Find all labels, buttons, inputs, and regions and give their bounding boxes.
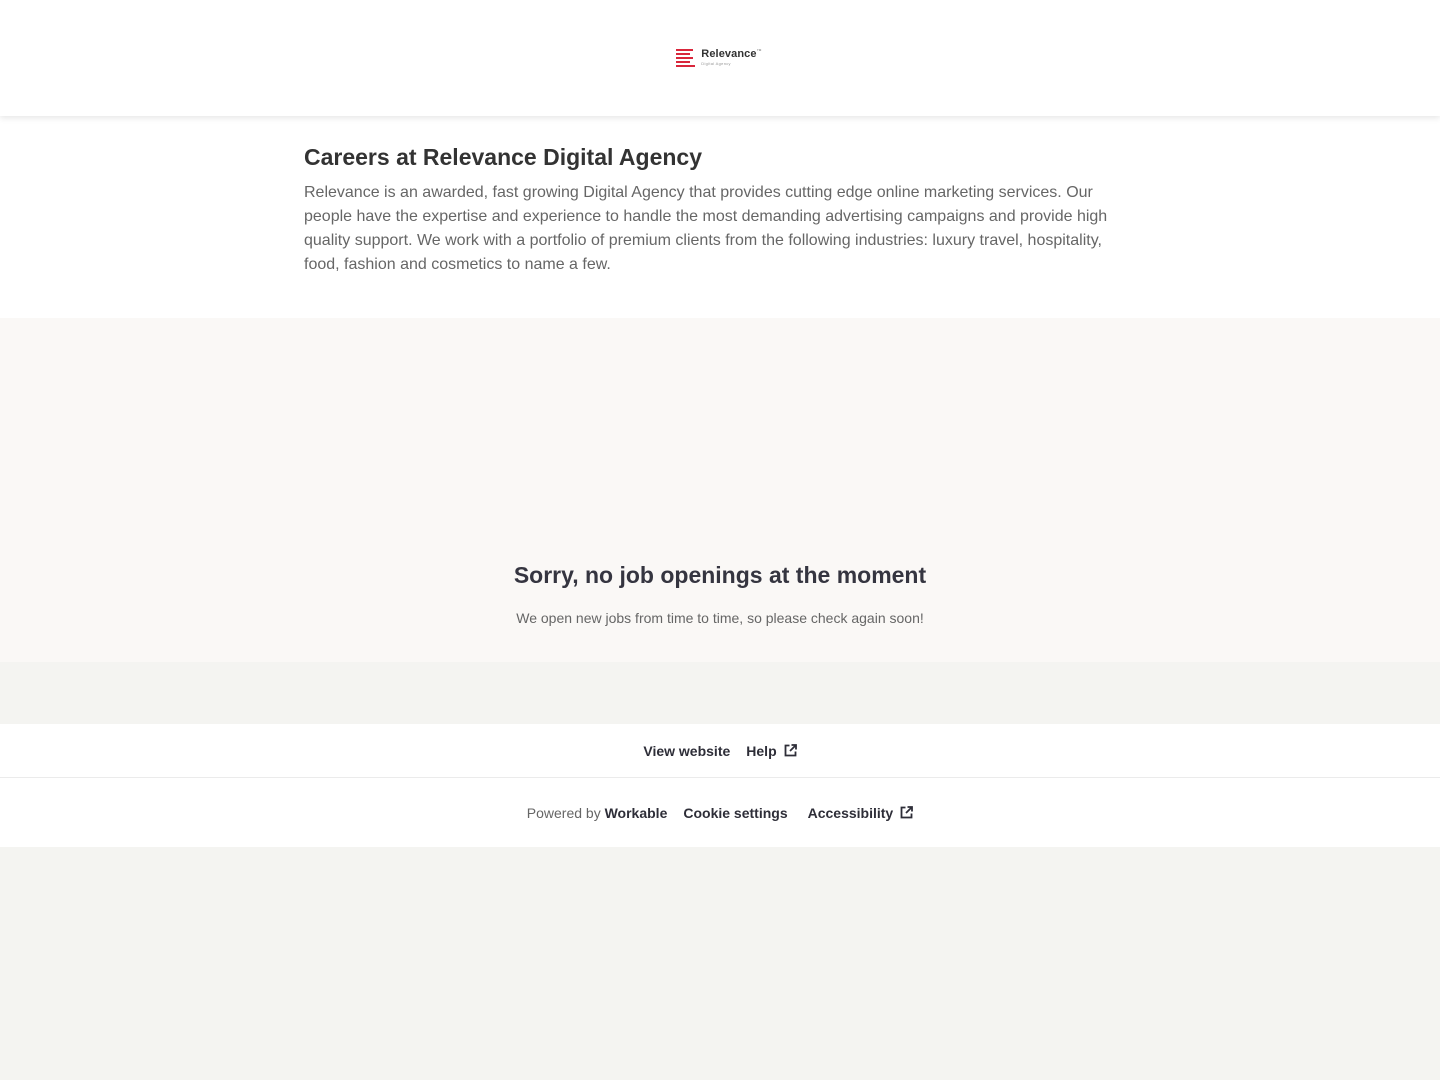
company-intro: Careers at Relevance Digital Agency Rele… bbox=[0, 116, 1440, 318]
page-footer: Powered by Workable Cookie settings Acce… bbox=[0, 778, 1440, 847]
company-logo[interactable]: Relevance™ Digital Agency bbox=[676, 47, 762, 68]
jobs-section: Sorry, no job openings at the moment We … bbox=[0, 318, 1440, 662]
footer-links: View website Help bbox=[0, 724, 1440, 778]
external-link-icon bbox=[784, 744, 797, 757]
accessibility-label: Accessibility bbox=[807, 804, 894, 821]
help-link[interactable]: Help bbox=[746, 742, 797, 759]
logo-wordmark: Relevance™ Digital Agency bbox=[701, 47, 762, 66]
workable-link[interactable]: Workable bbox=[605, 805, 668, 821]
view-website-link[interactable]: View website bbox=[643, 743, 730, 759]
cookie-settings-label: Cookie settings bbox=[683, 804, 788, 821]
cookie-settings-button[interactable]: Cookie settings bbox=[683, 805, 787, 821]
relevance-logo-mark-icon bbox=[676, 49, 696, 67]
powered-by: Powered by Workable bbox=[527, 805, 668, 821]
logo-name: Relevance™ bbox=[701, 47, 762, 60]
accessibility-link[interactable]: Accessibility bbox=[808, 805, 914, 821]
page-title: Careers at Relevance Digital Agency bbox=[304, 144, 702, 170]
no-openings-message: We open new jobs from time to time, so p… bbox=[516, 610, 924, 626]
external-link-icon bbox=[900, 806, 914, 819]
powered-by-label: Powered by bbox=[526, 804, 601, 821]
view-website-label: View website bbox=[643, 742, 731, 759]
page-header: Relevance™ Digital Agency bbox=[0, 0, 1440, 116]
no-openings-title: Sorry, no job openings at the moment bbox=[513, 562, 927, 588]
company-description: Relevance is an awarded, fast growing Di… bbox=[304, 184, 1108, 273]
logo-tagline: Digital Agency bbox=[701, 60, 731, 66]
help-label: Help bbox=[746, 742, 777, 759]
